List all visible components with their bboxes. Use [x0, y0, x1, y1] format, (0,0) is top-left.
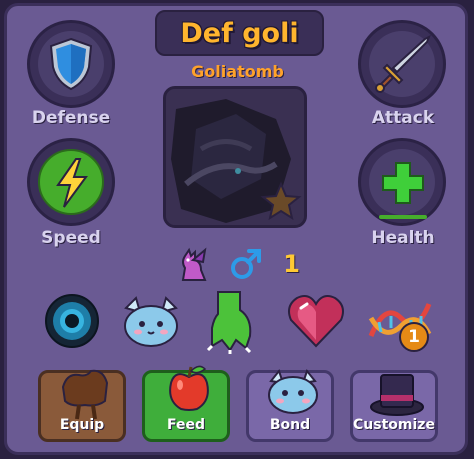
pet-species: Goliatomb [191, 62, 284, 81]
health-button[interactable] [358, 138, 446, 226]
lightning-bolt-icon [56, 158, 88, 208]
item-green-claw[interactable] [200, 288, 262, 354]
pet-info-row: 1 [175, 246, 300, 282]
attack-label: Attack [371, 108, 435, 128]
green-claw-icon [206, 291, 252, 354]
feed-label: Feed [166, 417, 205, 433]
pet-portrait [163, 86, 307, 228]
saddle-icon [61, 369, 109, 420]
equip-button[interactable]: Equip [38, 369, 126, 442]
customize-label: Customize [353, 417, 435, 433]
dna-badge: 1 [399, 322, 429, 352]
pet-level: 1 [283, 250, 300, 278]
defense-label: Defense [31, 108, 111, 128]
bond-creature-icon [268, 368, 318, 414]
speed-label: Speed [41, 228, 101, 248]
bond-label: Bond [269, 417, 311, 433]
attack-button[interactable] [358, 20, 446, 108]
item-creature-face[interactable] [118, 290, 180, 352]
plus-icon [382, 162, 424, 204]
shield-icon [49, 37, 93, 91]
apple-icon [169, 365, 209, 411]
item-heart-gem[interactable] [285, 290, 347, 352]
item-eye-orb[interactable] [41, 290, 103, 352]
goliatomb-silhouette [166, 89, 304, 225]
equip-label: Equip [59, 417, 105, 433]
eye-orb-icon [45, 294, 99, 348]
blue-creature-face-icon [124, 296, 178, 347]
male-symbol-icon [231, 249, 262, 279]
pet-name: Def goli [180, 17, 299, 49]
bond-button[interactable]: Bond [246, 368, 334, 442]
pet-name-bar: Def goli [155, 10, 324, 56]
sword-icon [375, 35, 431, 93]
item-dna[interactable]: 1 [365, 292, 437, 354]
speed-button[interactable] [27, 138, 115, 226]
feed-button[interactable]: Feed [142, 365, 230, 442]
health-label: Health [371, 228, 435, 248]
customize-button[interactable]: Customize [350, 370, 438, 442]
heart-gem-icon [288, 295, 344, 348]
dragon-icon [181, 247, 207, 281]
health-bar [379, 215, 427, 219]
top-hat-icon [370, 374, 424, 416]
defense-button[interactable] [27, 20, 115, 108]
